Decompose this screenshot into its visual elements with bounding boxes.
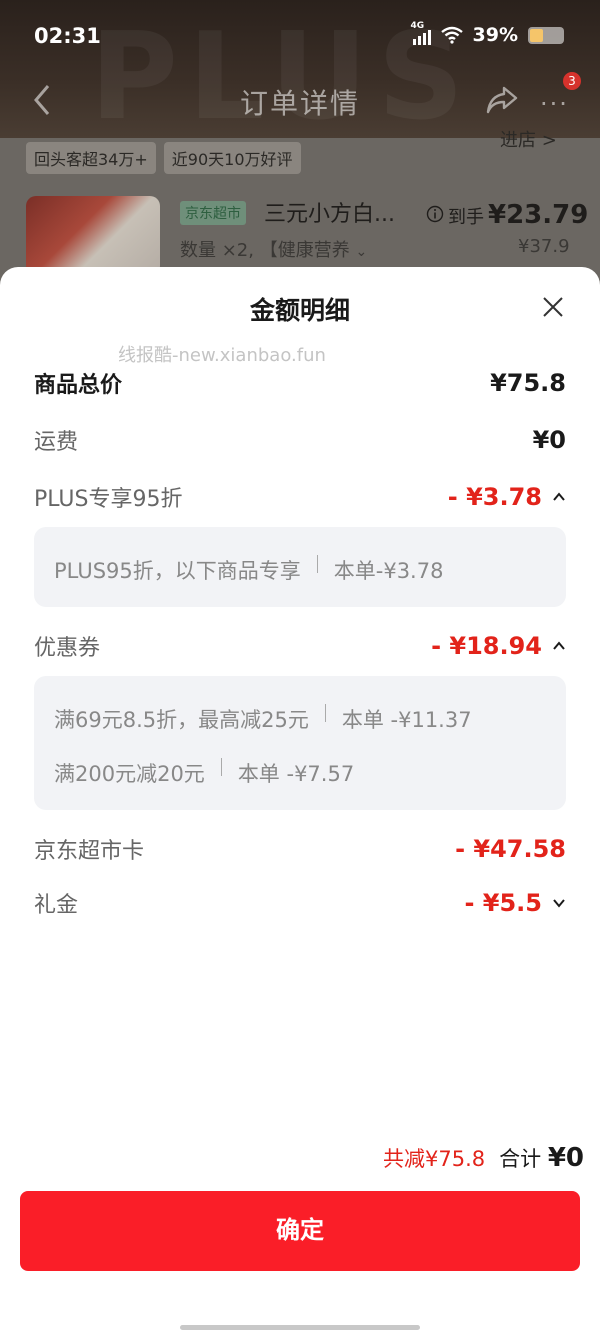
divider: [220, 758, 222, 776]
plus-detail-box: PLUS95折，以下商品专享 本单-¥3.78: [34, 527, 566, 607]
detail-line: PLUS95折，以下商品专享 本单-¥3.78: [54, 555, 443, 585]
sheet-title: 金额明细: [249, 296, 350, 325]
more-icon[interactable]: ···: [540, 90, 569, 118]
total-reduction: 共减¥75.8: [383, 1147, 486, 1171]
notification-badge: 3: [563, 72, 581, 90]
detail-line: 满69元8.5折，最高减25元 本单 -¥11.37: [54, 704, 472, 734]
row-value: ¥0: [532, 426, 566, 454]
chevron-up-icon[interactable]: [552, 490, 566, 504]
nav-bar: 订单详情 ··· 3: [0, 70, 600, 132]
store-type-badge: 京东超市: [180, 201, 246, 225]
row-value: ¥75.8: [490, 369, 566, 397]
row-label: 优惠券: [34, 636, 101, 661]
row-value: - ¥5.5: [464, 889, 566, 917]
product-name: 三元小方白...: [264, 202, 395, 227]
store-link[interactable]: 进店 >: [500, 126, 557, 152]
original-price: ¥37.9: [518, 236, 570, 257]
row-value: - ¥3.78: [448, 483, 566, 511]
battery-percent: 39%: [472, 24, 518, 46]
battery-icon: [528, 26, 564, 44]
row-label: 礼金: [34, 893, 79, 918]
status-bar: 02:31 4G 39%: [0, 0, 600, 70]
row-label: 运费: [34, 430, 79, 455]
row-goods-total: 商品总价 ¥75.8: [34, 367, 566, 399]
chevron-up-icon[interactable]: [552, 639, 566, 653]
row-supermarket-card: 京东超市卡 - ¥47.58: [34, 833, 566, 865]
row-label: 京东超市卡: [34, 839, 145, 864]
row-coupon[interactable]: 优惠券 - ¥18.94: [34, 630, 566, 662]
total-amount: 合计 ¥0: [499, 1143, 584, 1173]
chevron-down-icon[interactable]: [552, 896, 566, 910]
row-plus-discount[interactable]: PLUS专享95折 - ¥3.78: [34, 481, 566, 513]
status-time: 02:31: [34, 24, 101, 48]
divider: [316, 555, 318, 573]
row-shipping: 运费 ¥0: [34, 424, 566, 456]
product-price: 到手 ¥23.79: [426, 200, 588, 230]
share-icon[interactable]: [484, 82, 520, 118]
store-tag: 回头客超34万+: [26, 142, 156, 174]
coupon-detail-box: 满69元8.5折，最高减25元 本单 -¥11.37 满200元减20元 本单 …: [34, 676, 566, 810]
status-icons: 4G 39%: [411, 21, 564, 46]
store-tag: 近90天10万好评: [163, 142, 301, 174]
detail-line: 满200元减20元 本单 -¥7.57: [54, 758, 354, 788]
row-value: - ¥18.94: [431, 632, 566, 660]
home-indicator: [180, 1325, 420, 1330]
row-value: - ¥47.58: [455, 835, 566, 863]
signal-icon: 4G: [411, 21, 431, 45]
product-spec: 数量 ×2, 【健康营养 ⌄: [180, 240, 368, 261]
divider: [324, 704, 326, 722]
wifi-icon: [440, 26, 463, 44]
product-image: [26, 196, 160, 276]
store-tags: 回头客超34万+ 近90天10万好评: [26, 142, 301, 174]
total-summary: 共减¥75.8 合计 ¥0: [383, 1143, 584, 1173]
row-gift-money[interactable]: 礼金 - ¥5.5: [34, 887, 566, 919]
confirm-button[interactable]: 确定: [20, 1191, 580, 1271]
row-label: PLUS专享95折: [34, 487, 183, 512]
info-icon: [426, 205, 444, 223]
row-label: 商品总价: [34, 373, 123, 398]
close-icon[interactable]: [541, 295, 565, 319]
watermark-text: 线报酷-new.xianbao.fun: [118, 345, 326, 366]
amount-detail-sheet: 金额明细 线报酷-new.xianbao.fun 商品总价 ¥75.8 运费 ¥…: [0, 267, 600, 1333]
